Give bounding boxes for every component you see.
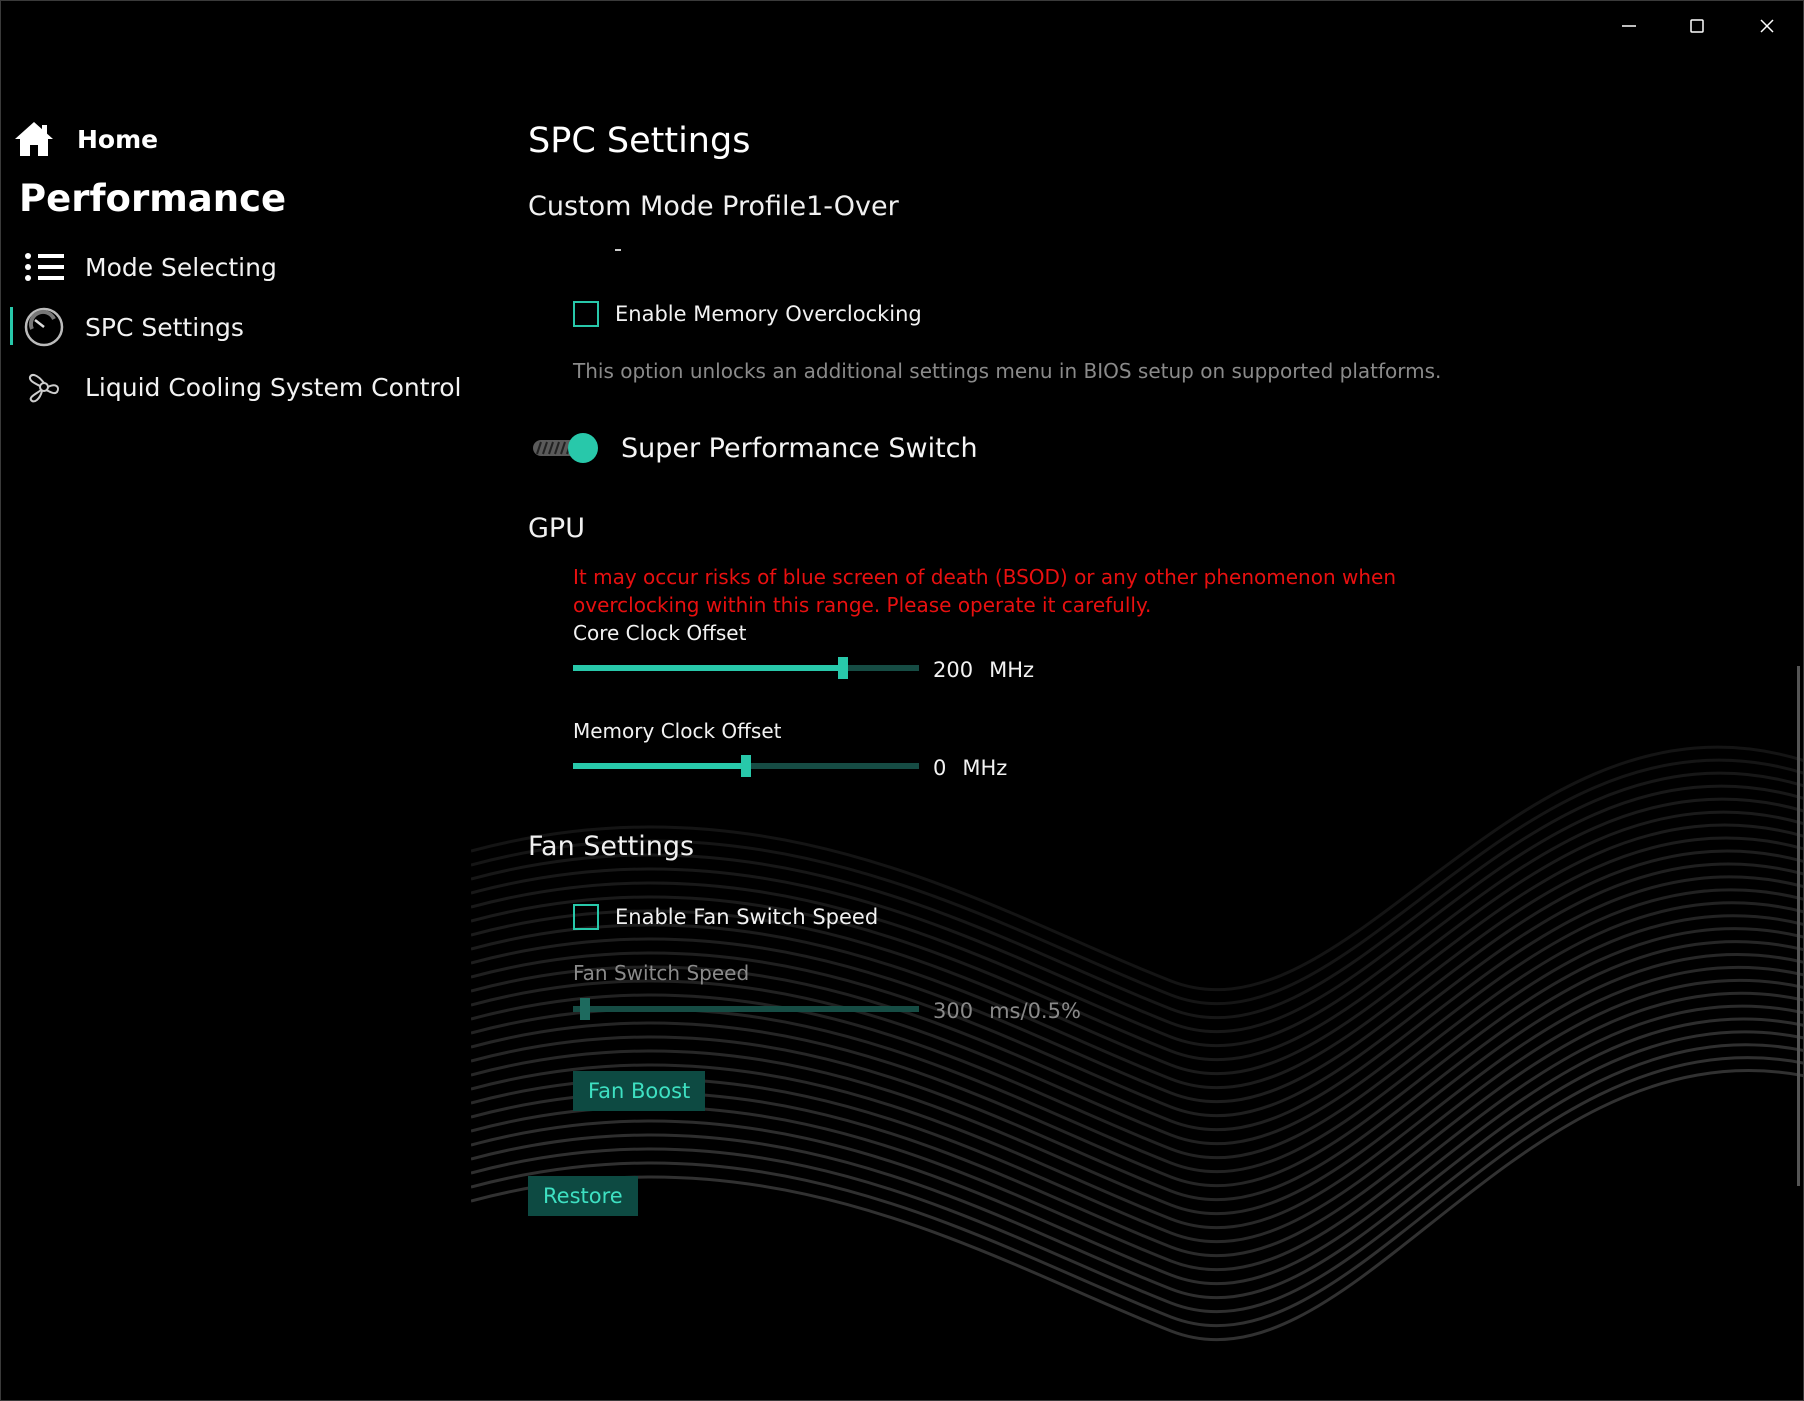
section-title: Performance xyxy=(19,177,287,220)
sidebar-item-label: SPC Settings xyxy=(85,312,244,342)
memory-clock-value: 0 MHz xyxy=(933,756,1007,780)
memory-oc-checkbox[interactable] xyxy=(573,301,599,327)
slider-fill xyxy=(573,665,843,671)
gpu-warning: It may occur risks of blue screen of dea… xyxy=(573,565,1396,617)
super-performance-row[interactable]: Super Performance Switch xyxy=(531,431,978,465)
slider-thumb[interactable] xyxy=(741,755,751,777)
fan-speed-unit: ms/0.5% xyxy=(989,999,1081,1023)
close-icon xyxy=(1760,19,1774,33)
fan-speed-slider[interactable] xyxy=(573,998,919,1020)
sidebar-item-mode-selecting[interactable]: Mode Selecting xyxy=(23,241,277,293)
slider-thumb[interactable] xyxy=(580,998,590,1020)
sidebar-item-label: Liquid Cooling System Control xyxy=(85,372,462,402)
super-performance-label: Super Performance Switch xyxy=(621,432,978,464)
home-link[interactable]: Home xyxy=(13,113,158,165)
core-clock-slider[interactable] xyxy=(573,657,919,679)
memory-clock-number: 0 xyxy=(933,756,947,780)
sidebar-item-label: Mode Selecting xyxy=(85,252,277,282)
sidebar-item-liquid-cooling[interactable]: Liquid Cooling System Control xyxy=(23,361,462,413)
fan-speed-number: 300 xyxy=(933,999,974,1023)
app-window: Home Performance Mode Selecting SPC Sett… xyxy=(0,0,1804,1401)
home-icon xyxy=(15,122,53,156)
home-label: Home xyxy=(77,124,159,154)
scrollbar[interactable] xyxy=(1797,666,1800,1186)
fan-boost-button[interactable]: Fan Boost xyxy=(573,1071,706,1111)
gauge-icon xyxy=(23,306,65,348)
slider-fill xyxy=(573,763,746,769)
slider-thumb[interactable] xyxy=(838,657,848,679)
main-content: SPC Settings Custom Mode Profile1-Over E… xyxy=(528,1,1758,1400)
fan-speed-label: Fan Switch Speed xyxy=(573,961,750,985)
core-clock-number: 200 xyxy=(933,658,974,682)
fan-switch-speed-checkbox[interactable] xyxy=(573,904,599,930)
memory-clock-unit: MHz xyxy=(962,756,1008,780)
fan-settings-heading: Fan Settings xyxy=(528,831,695,862)
restore-button[interactable]: Restore xyxy=(528,1176,638,1216)
core-clock-label: Core Clock Offset xyxy=(573,621,747,645)
sidebar: Home Performance Mode Selecting SPC Sett… xyxy=(1,1,481,1400)
memory-oc-label: Enable Memory Overclocking xyxy=(615,302,922,326)
core-clock-value: 200 MHz xyxy=(933,658,1034,682)
fan-switch-speed-row[interactable]: Enable Fan Switch Speed xyxy=(573,904,878,930)
fan-icon xyxy=(23,366,65,408)
sidebar-item-spc-settings[interactable]: SPC Settings xyxy=(23,301,244,353)
super-performance-toggle[interactable] xyxy=(531,431,601,465)
fan-speed-value: 300 ms/0.5% xyxy=(933,999,1081,1023)
profile-subtitle: Custom Mode Profile1-Over xyxy=(528,191,899,222)
gpu-heading: GPU xyxy=(528,513,585,544)
active-indicator xyxy=(10,307,13,345)
slider-track xyxy=(573,1006,919,1012)
fan-switch-speed-label: Enable Fan Switch Speed xyxy=(615,905,879,929)
memory-oc-hint: This option unlocks an additional settin… xyxy=(573,359,1442,383)
memory-oc-row[interactable]: Enable Memory Overclocking xyxy=(573,301,922,327)
memory-clock-label: Memory Clock Offset xyxy=(573,719,782,743)
list-icon xyxy=(23,246,65,288)
page-title: SPC Settings xyxy=(528,121,751,161)
core-clock-unit: MHz xyxy=(989,658,1035,682)
memory-clock-slider[interactable] xyxy=(573,755,919,777)
scroll-dash xyxy=(615,249,621,251)
